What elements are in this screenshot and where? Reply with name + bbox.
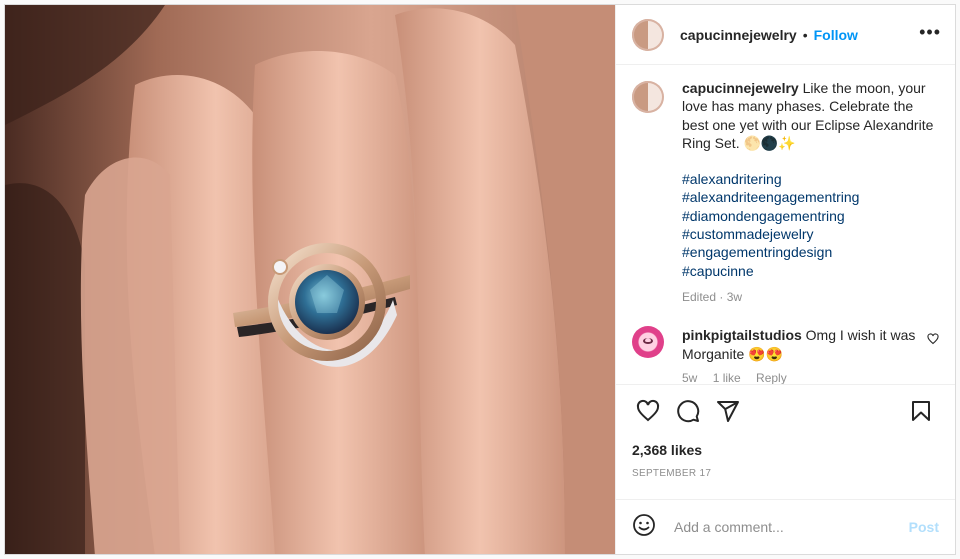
ring-on-hand-image bbox=[5, 5, 615, 554]
hashtag-link[interactable]: #custommadejewelry bbox=[682, 225, 939, 243]
hashtag-link[interactable]: #engagementringdesign bbox=[682, 243, 939, 261]
comment-composer: Post bbox=[616, 499, 955, 554]
hashtag-link[interactable]: #diamondengagementring bbox=[682, 207, 939, 225]
hashtag-list: #alexandritering #alexandriteengagementr… bbox=[682, 170, 939, 280]
caption-username[interactable]: capucinnejewelry bbox=[682, 80, 799, 96]
post-header: capucinnejewelry • Follow ••• bbox=[616, 5, 955, 65]
hashtag-link[interactable]: #alexandriteengagementring bbox=[682, 188, 939, 206]
separator-dot: • bbox=[802, 26, 808, 43]
caption-text: capucinnejewelry Like the moon, your lov… bbox=[682, 79, 939, 306]
comment-like-count[interactable]: 1 like bbox=[713, 371, 741, 384]
caption: capucinnejewelry Like the moon, your lov… bbox=[632, 79, 939, 306]
commenter-username[interactable]: pinkpigtailstudios bbox=[682, 327, 802, 343]
paper-plane-icon[interactable] bbox=[708, 391, 748, 431]
comment-bubble-icon[interactable] bbox=[668, 391, 708, 431]
hashtag-link[interactable]: #alexandritering bbox=[682, 170, 939, 188]
comment-meta: 5w 1 like Reply bbox=[682, 369, 919, 384]
post-date: SEPTEMBER 17 bbox=[632, 468, 712, 479]
comment-like-heart-icon[interactable] bbox=[927, 332, 939, 350]
follow-button[interactable]: Follow bbox=[814, 27, 858, 43]
post-comment-button[interactable]: Post bbox=[909, 519, 939, 535]
heart-icon[interactable] bbox=[628, 391, 668, 431]
comments-list[interactable]: capucinnejewelry Like the moon, your lov… bbox=[616, 65, 955, 384]
post-photo[interactable] bbox=[5, 5, 615, 554]
author-username[interactable]: capucinnejewelry bbox=[680, 27, 797, 43]
bookmark-icon[interactable] bbox=[901, 391, 941, 431]
comment-text: pinkpigtailstudios Omg I wish it was Mor… bbox=[682, 326, 919, 384]
post-side-panel: capucinnejewelry • Follow ••• capucinnej… bbox=[615, 5, 955, 554]
action-bar bbox=[616, 384, 955, 436]
comment-item: pinkpigtailstudios Omg I wish it was Mor… bbox=[632, 326, 939, 384]
author-avatar[interactable] bbox=[632, 18, 664, 51]
comment-reply-button[interactable]: Reply bbox=[756, 371, 787, 384]
smiley-icon[interactable] bbox=[632, 513, 656, 542]
hashtag-link[interactable]: #capucinne bbox=[682, 262, 939, 280]
comment-input[interactable] bbox=[672, 518, 909, 536]
edited-timestamp: Edited · 3w bbox=[682, 289, 743, 304]
caption-author-avatar[interactable] bbox=[632, 81, 664, 113]
commenter-avatar[interactable] bbox=[632, 326, 664, 359]
post-dialog: capucinnejewelry • Follow ••• capucinnej… bbox=[4, 4, 956, 555]
like-count[interactable]: 2,368 likes bbox=[616, 436, 955, 458]
comment-age: 5w bbox=[682, 370, 698, 384]
more-options-icon[interactable]: ••• bbox=[919, 23, 941, 47]
